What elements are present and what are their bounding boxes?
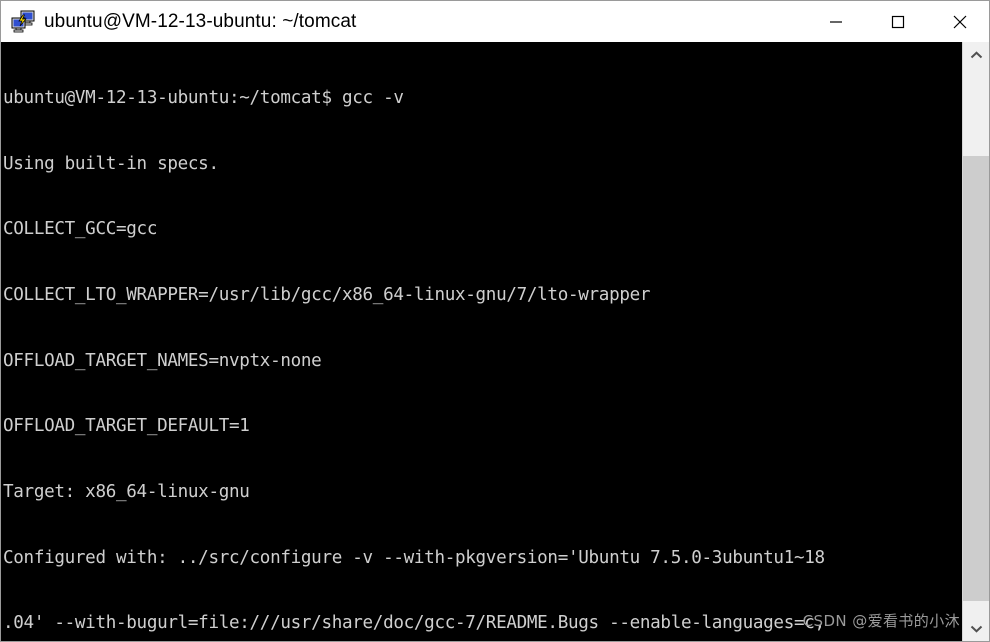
maximize-icon bbox=[891, 15, 905, 28]
terminal-text: ubuntu@VM-12-13-ubuntu:~/tomcat$ gcc -v … bbox=[3, 44, 964, 641]
scroll-up-button[interactable] bbox=[963, 42, 989, 69]
terminal-window: ubuntu@VM-12-13-ubuntu: ~/tomcat ubuntu@… bbox=[0, 0, 990, 642]
minimize-button[interactable] bbox=[805, 1, 867, 42]
scroll-down-button[interactable] bbox=[963, 615, 989, 641]
close-button[interactable] bbox=[929, 1, 989, 42]
window-title: ubuntu@VM-12-13-ubuntu: ~/tomcat bbox=[44, 10, 357, 32]
terminal-line: ubuntu@VM-12-13-ubuntu:~/tomcat$ gcc -v bbox=[3, 87, 404, 108]
terminal-line: COLLECT_GCC=gcc bbox=[3, 219, 158, 240]
watermark-text: CSDN @爱看书的小沐 bbox=[802, 612, 960, 630]
terminal-line: Using built-in specs. bbox=[3, 153, 219, 174]
terminal-line: COLLECT_LTO_WRAPPER=/usr/lib/gcc/x86_64-… bbox=[3, 284, 651, 305]
terminal-line: OFFLOAD_TARGET_DEFAULT=1 bbox=[3, 416, 250, 437]
chevron-down-icon bbox=[970, 625, 982, 633]
minimize-icon bbox=[830, 20, 842, 23]
remote-desktop-icon bbox=[10, 10, 36, 34]
chevron-up-icon bbox=[970, 51, 982, 59]
terminal-line: OFFLOAD_TARGET_NAMES=nvptx-none bbox=[3, 350, 322, 371]
terminal-line: Configured with: ../src/configure -v --w… bbox=[3, 547, 825, 568]
window-controls bbox=[805, 1, 989, 42]
terminal-line: Target: x86_64-linux-gnu bbox=[3, 482, 250, 503]
maximize-button[interactable] bbox=[867, 1, 929, 42]
vertical-scrollbar[interactable] bbox=[962, 42, 989, 641]
scrollbar-thumb[interactable] bbox=[963, 156, 989, 601]
close-icon bbox=[953, 15, 967, 28]
terminal-output-area[interactable]: ubuntu@VM-12-13-ubuntu:~/tomcat$ gcc -v … bbox=[1, 42, 989, 641]
title-bar: ubuntu@VM-12-13-ubuntu: ~/tomcat bbox=[1, 1, 989, 42]
